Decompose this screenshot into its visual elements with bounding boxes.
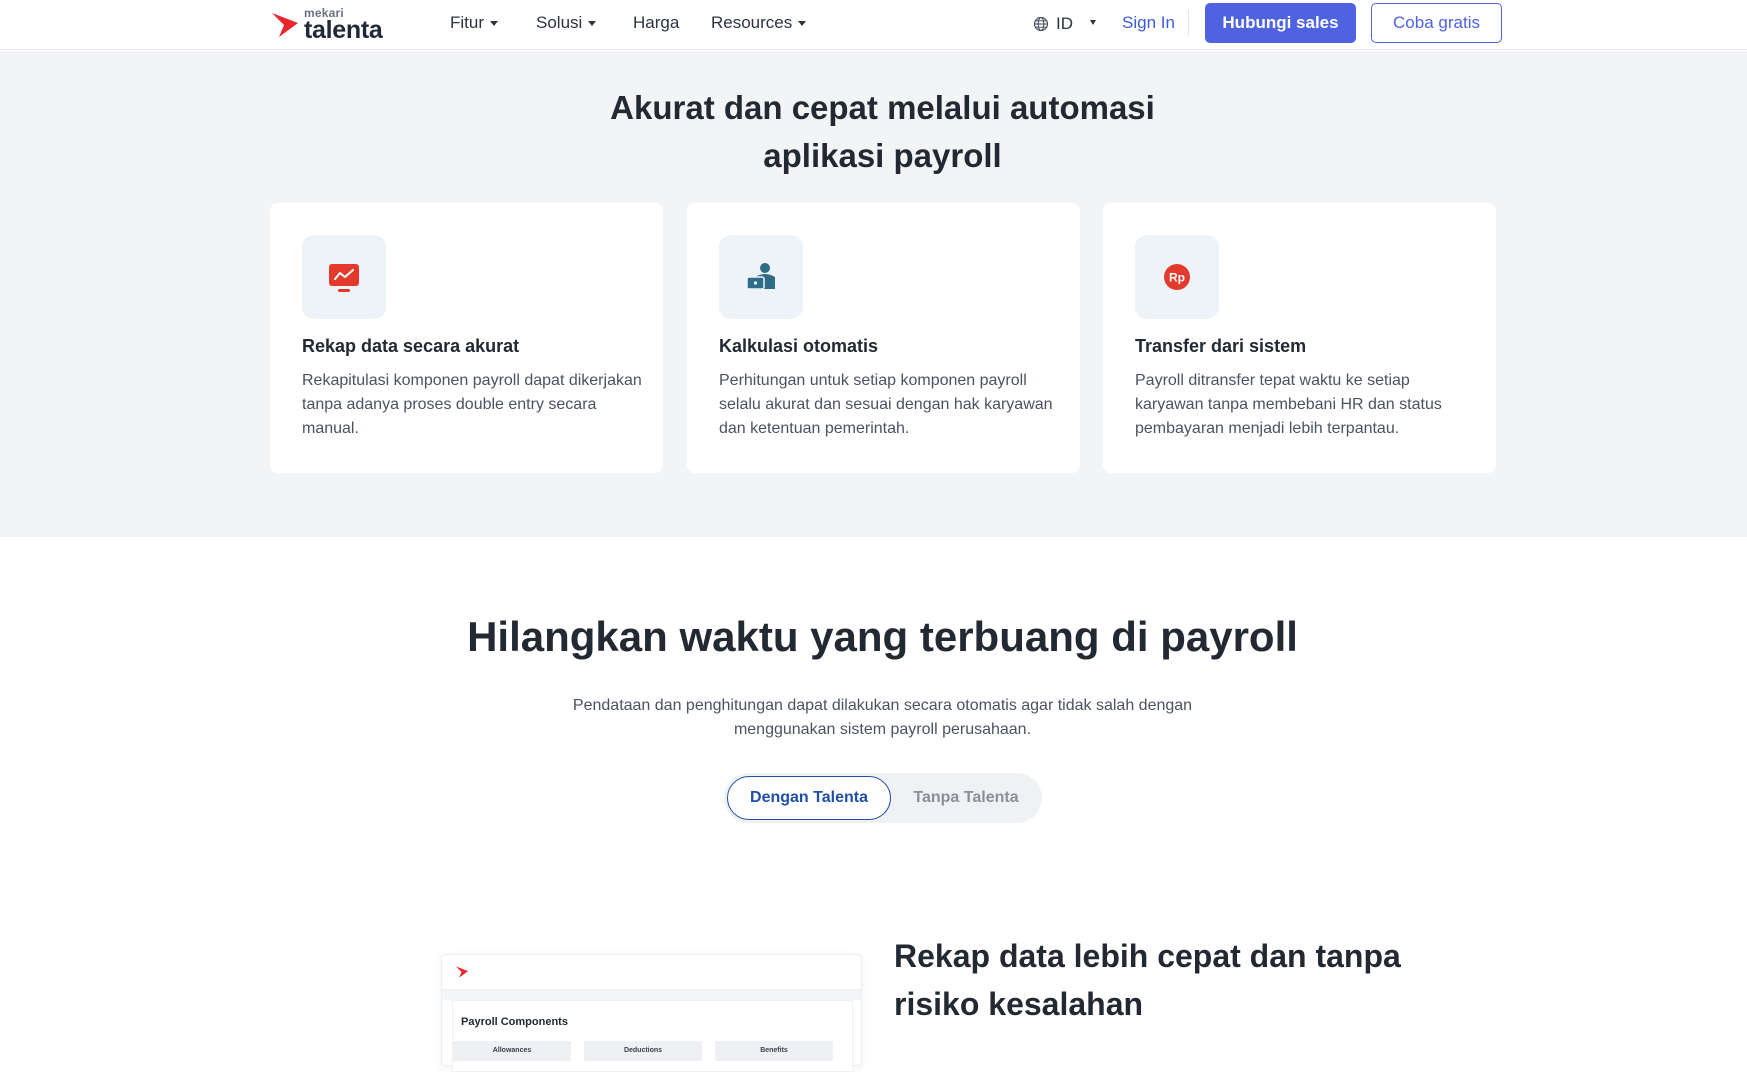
- section-title: Hilangkan waktu yang terbuang di payroll: [467, 613, 1298, 660]
- chevron-down-icon: [490, 20, 498, 26]
- feature-icon-box: [302, 235, 386, 319]
- chevron-down-icon: [798, 20, 807, 26]
- nav-item-label: Harga: [633, 13, 680, 32]
- preview-tab-benefits: Benefits: [715, 1041, 833, 1061]
- feature-card-kalkulasi: Kalkulasi otomatis Perhitungan untuk set…: [687, 203, 1080, 473]
- feature-card-transfer: Rp Transfer dari sistem Payroll ditransf…: [1103, 203, 1496, 473]
- chevron-down-icon: [588, 20, 597, 26]
- preview-band: [442, 990, 861, 1000]
- nav-item-label: Solusi: [536, 13, 583, 32]
- preview-title: Payroll Components: [461, 1016, 568, 1028]
- feature-card-title: Transfer dari sistem: [1135, 336, 1307, 356]
- nav-item-resources[interactable]: Resources: [711, 12, 807, 34]
- rupiah-coin-icon: Rp: [1164, 264, 1190, 290]
- section-subtitle: Pendataan dan penghitungan dapat dilakuk…: [572, 697, 1193, 738]
- feature-card-title: Kalkulasi otomatis: [719, 336, 879, 356]
- feature-detail-title: Rekap data lebih cepat dan tanpa risiko …: [894, 938, 1401, 1022]
- language-selector[interactable]: ID: [1033, 12, 1073, 36]
- sign-in-link[interactable]: Sign In: [1122, 13, 1175, 33]
- nav-item-fitur[interactable]: Fitur: [450, 12, 498, 34]
- svg-text:Rp: Rp: [1169, 271, 1185, 285]
- payroll-preview-image: Payroll Components Allowances Deductions…: [441, 954, 862, 1072]
- preview-panel: [452, 1000, 853, 1072]
- features-title-line1: Akurat dan cepat melalui automasi: [610, 89, 1155, 126]
- nav-divider: [1188, 10, 1189, 36]
- monitor-chart-icon: [329, 264, 359, 292]
- preview-tab-allowances: Allowances: [453, 1041, 571, 1061]
- logo-brand-name: talenta: [304, 16, 383, 44]
- preview-tab-deductions: Deductions: [584, 1041, 702, 1061]
- talenta-logo[interactable]: mekari talenta: [270, 6, 383, 44]
- feature-icon-box: Rp: [1135, 235, 1219, 319]
- free-trial-button[interactable]: Coba gratis: [1371, 3, 1502, 43]
- user-laptop-icon: [746, 263, 775, 290]
- features-title: Akurat dan cepat melalui automasi aplika…: [0, 84, 1747, 180]
- feature-card-rekap: Rekap data secara akurat Rekapitulasi ko…: [270, 203, 663, 473]
- features-title-line2: aplikasi payroll: [763, 137, 1002, 174]
- toggle-dengan-talenta[interactable]: Dengan Talenta: [727, 776, 891, 820]
- language-code: ID: [1056, 14, 1073, 33]
- feature-card-title: Rekap data secara akurat: [302, 336, 520, 356]
- contact-sales-button[interactable]: Hubungi sales: [1205, 3, 1356, 43]
- nav-item-harga[interactable]: Harga: [633, 12, 679, 34]
- nav-item-label: Fitur: [450, 13, 484, 32]
- talenta-logo-mark-icon: [455, 966, 469, 978]
- feature-card-desc: Perhitungan untuk setiap komponen payrol…: [719, 372, 1053, 437]
- feature-card-desc: Rekapitulasi komponen payroll dapat dike…: [302, 372, 642, 437]
- top-navbar: mekari talenta Fitur Solusi Harga Resour…: [0, 0, 1747, 50]
- nav-item-solusi[interactable]: Solusi: [536, 12, 597, 34]
- chevron-down-icon[interactable]: [1090, 20, 1096, 25]
- nav-item-label: Resources: [711, 13, 793, 32]
- talenta-logo-mark-icon: [272, 13, 298, 37]
- feature-card-desc: Payroll ditransfer tepat waktu ke setiap…: [1135, 372, 1442, 437]
- feature-icon-box: [719, 235, 803, 319]
- preview-header: [442, 955, 861, 990]
- globe-icon: [1033, 16, 1049, 32]
- toggle-tanpa-talenta[interactable]: Tanpa Talenta: [898, 776, 1034, 820]
- comparison-toggle: Dengan Talenta Tanpa Talenta: [724, 773, 1042, 823]
